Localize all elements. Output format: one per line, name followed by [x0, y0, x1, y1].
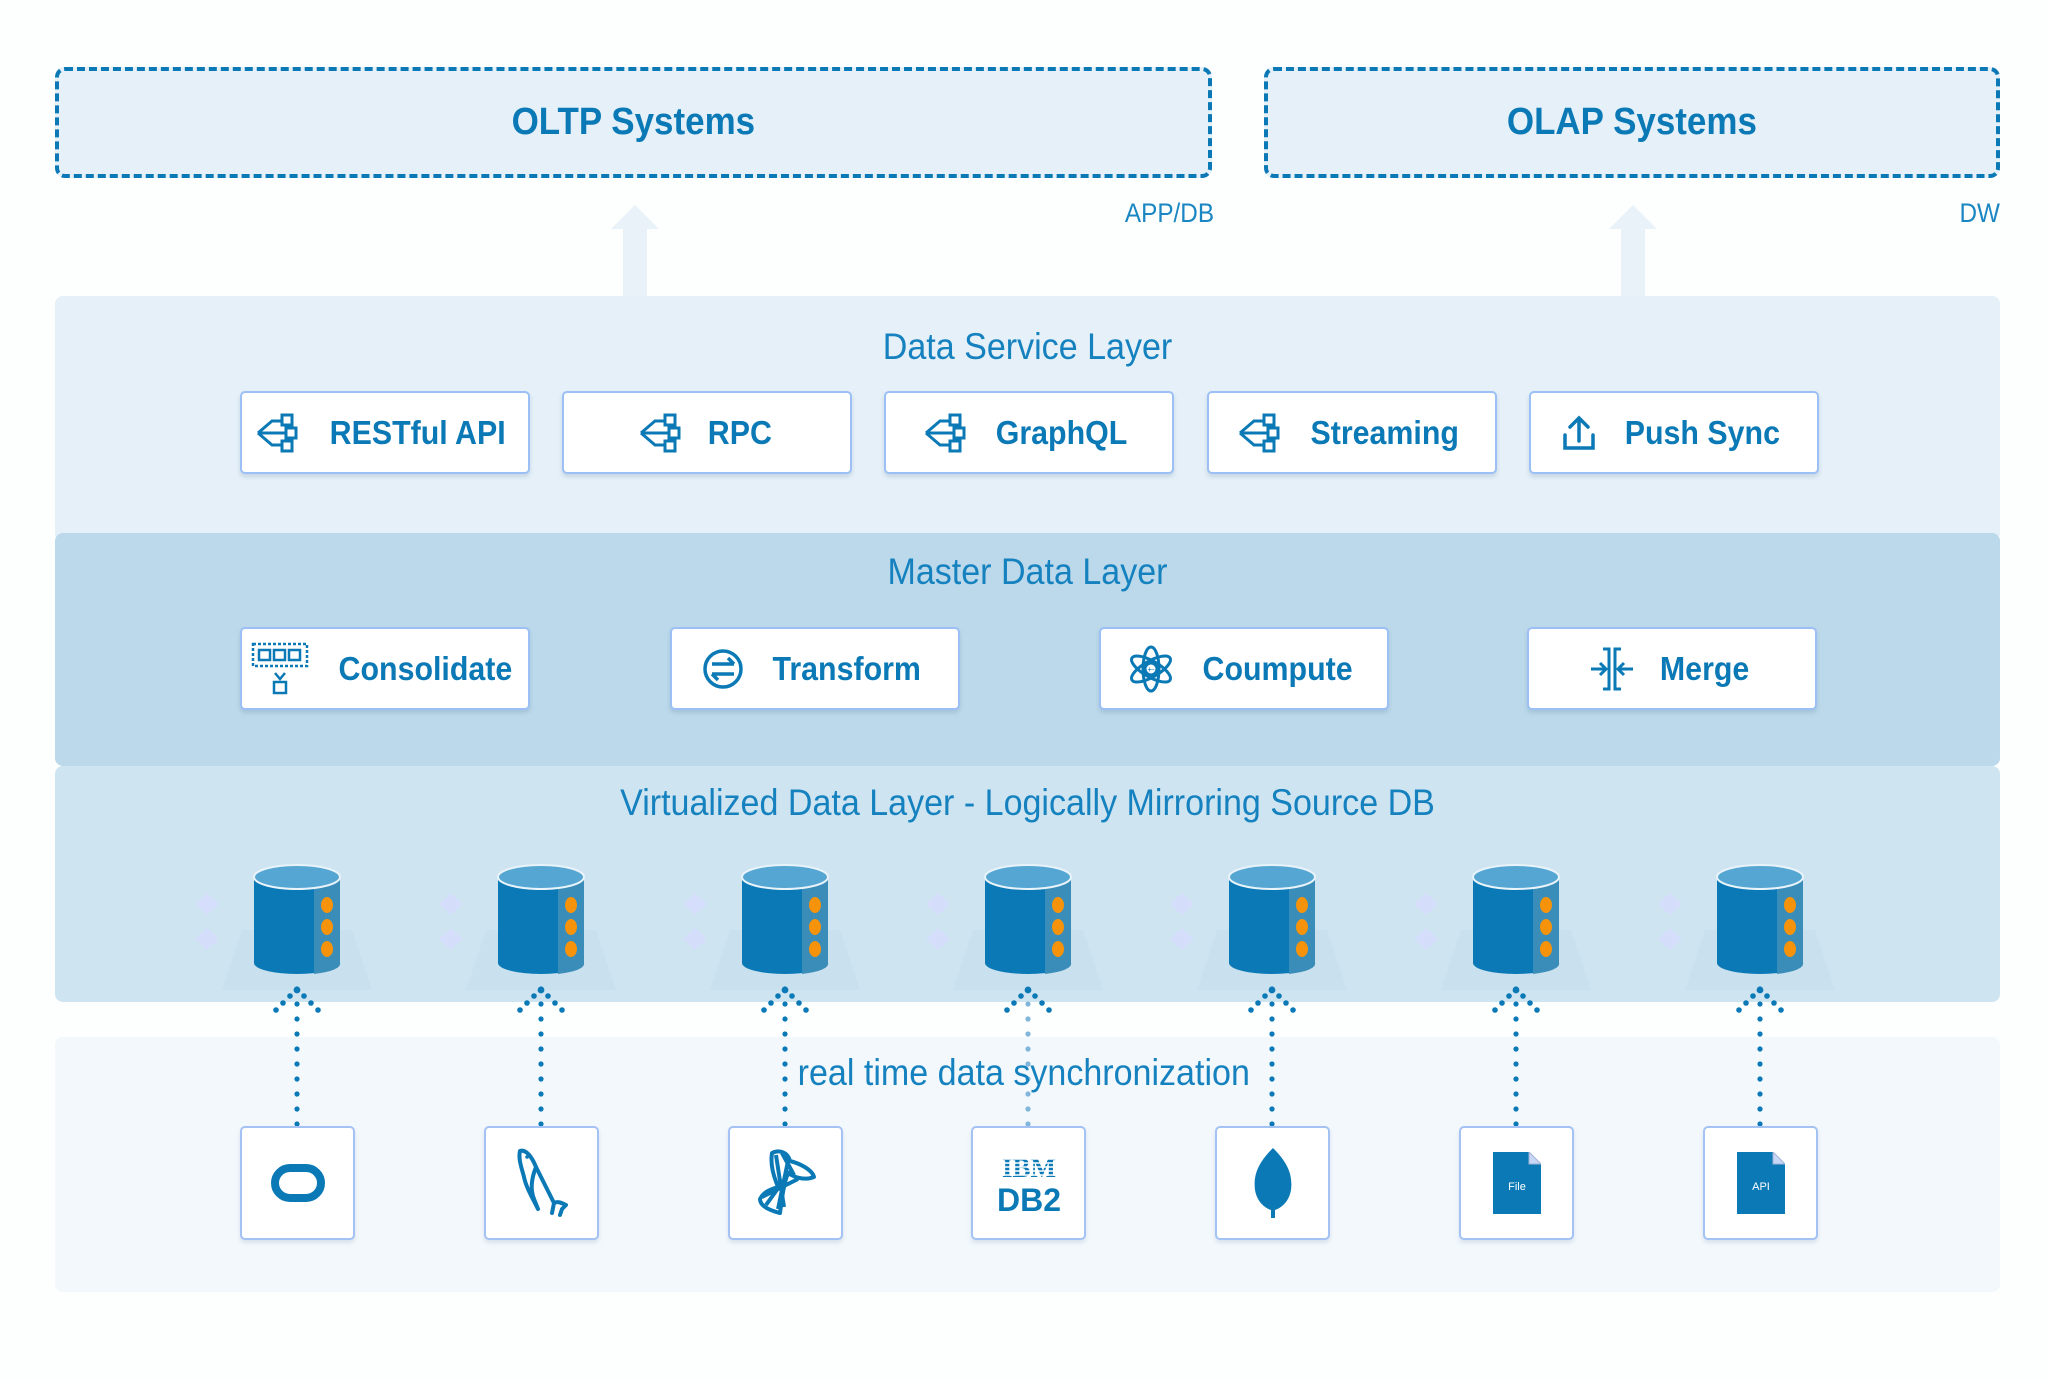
api-doc-label: API	[1752, 1181, 1770, 1193]
source-card-mongodb[interactable]	[1215, 1126, 1330, 1240]
sqlserver-icon	[757, 1149, 816, 1215]
ibm-db2-icon: IBM DB2	[997, 1153, 1060, 1215]
file-doc-label: File	[1508, 1181, 1526, 1193]
sync-caption-text: real time data synchronization	[797, 1052, 1251, 1093]
source-card-ibm-db2[interactable]: IBM DB2	[971, 1126, 1086, 1240]
source-card-oracle[interactable]	[240, 1126, 355, 1240]
mongodb-leaf-icon	[1254, 1148, 1291, 1218]
source-card-file[interactable]: File	[1459, 1126, 1574, 1240]
ibm-logo-text: IBM	[1002, 1153, 1056, 1183]
source-card-api[interactable]: API	[1703, 1126, 1818, 1240]
source-card-sqlserver[interactable]	[728, 1126, 843, 1240]
mysql-dolphin-icon	[517, 1148, 568, 1217]
db2-logo-text: DB2	[998, 1182, 1060, 1215]
file-icon: File	[1492, 1152, 1541, 1214]
api-doc-icon: API	[1736, 1152, 1785, 1214]
source-card-mysql[interactable]	[484, 1126, 599, 1240]
sync-caption: real time data synchronization	[0, 1052, 2048, 1094]
oracle-icon	[270, 1164, 325, 1202]
